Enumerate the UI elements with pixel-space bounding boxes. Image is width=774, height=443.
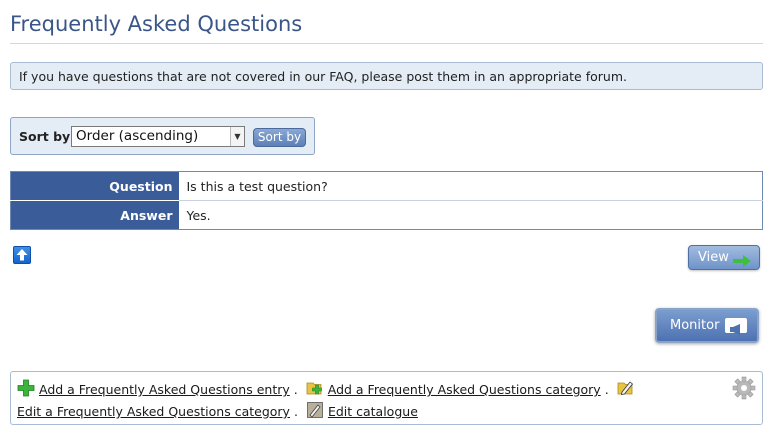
table-row: Question Is this a test question? xyxy=(10,171,763,201)
monitor-button-label: Monitor xyxy=(670,318,720,333)
go-arrow-icon xyxy=(733,252,751,275)
gear-icon[interactable] xyxy=(732,376,756,403)
plus-icon xyxy=(17,379,35,397)
separator: . xyxy=(293,404,298,419)
chevron-down-icon: ▼ xyxy=(230,127,244,146)
faq-entry-table: Question Is this a test question? Answer… xyxy=(10,171,763,230)
sort-button[interactable]: Sort by xyxy=(253,128,306,147)
question-value: Is this a test question? xyxy=(178,171,763,201)
sort-selected-value: Order (ascending) xyxy=(76,128,199,144)
view-button[interactable]: View xyxy=(688,245,760,270)
answer-label: Answer xyxy=(10,200,179,230)
separator: . xyxy=(604,382,609,397)
edit-pencil-icon[interactable] xyxy=(617,379,635,397)
answer-value: Yes. xyxy=(178,200,763,230)
catalogue-icon xyxy=(306,401,324,419)
arrow-up-icon[interactable] xyxy=(13,246,31,264)
info-message: If you have questions that are not cover… xyxy=(10,62,763,90)
sort-label: Sort by: xyxy=(19,129,76,144)
folder-add-icon xyxy=(306,379,324,397)
edit-category-link[interactable]: Edit a Frequently Asked Questions catego… xyxy=(17,404,290,419)
action-row-1: Add a Frequently Asked Questions entry. … xyxy=(17,379,639,397)
faq-page: Frequently Asked Questions If you have q… xyxy=(0,0,774,443)
sort-panel: Sort by: Order (ascending) ▼ Sort by xyxy=(10,117,315,155)
view-button-label: View xyxy=(698,250,729,265)
sort-select[interactable]: Order (ascending) ▼ xyxy=(71,126,245,147)
megaphone-icon xyxy=(725,318,747,335)
edit-catalogue-link[interactable]: Edit catalogue xyxy=(328,404,418,419)
page-title: Frequently Asked Questions xyxy=(10,12,303,36)
action-row-2: Edit a Frequently Asked Questions catego… xyxy=(17,401,418,419)
add-category-link[interactable]: Add a Frequently Asked Questions categor… xyxy=(328,382,601,397)
title-divider xyxy=(10,43,763,44)
add-entry-link[interactable]: Add a Frequently Asked Questions entry xyxy=(39,382,290,397)
action-bar: Add a Frequently Asked Questions entry. … xyxy=(10,371,763,425)
question-label: Question xyxy=(10,171,179,201)
separator: . xyxy=(293,382,298,397)
monitor-button[interactable]: Monitor xyxy=(655,308,759,343)
table-row: Answer Yes. xyxy=(10,200,763,230)
